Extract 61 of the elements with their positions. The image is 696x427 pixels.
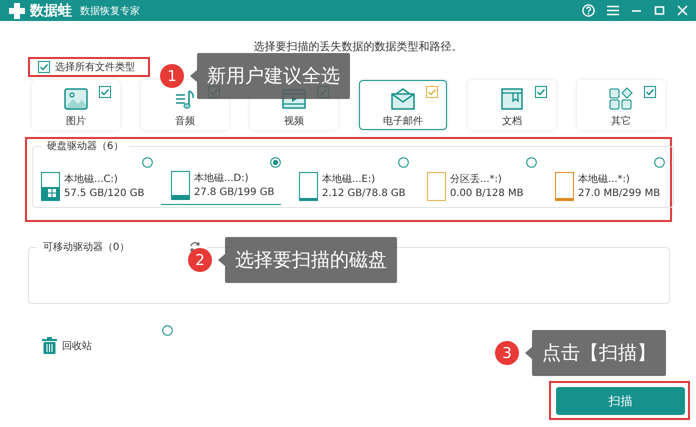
radio-button[interactable] (142, 157, 153, 168)
drive-item[interactable]: 本地磁...*:) 27.0 MB/299 MB (545, 157, 665, 205)
file-type-card[interactable]: 文档 (468, 80, 556, 130)
drive-item[interactable]: 本地磁...C:) 57.5 GB/120 GB (33, 157, 153, 205)
menu-icon[interactable] (607, 5, 619, 16)
step-badge: 3 (495, 341, 519, 365)
section-title: 硬盘驱动器（6） (47, 140, 124, 153)
file-type-label: 文档 (502, 114, 522, 128)
drive-usage: 57.5 GB/120 GB (64, 187, 144, 201)
drive-name: 分区丢...*:) (450, 173, 503, 187)
section-title: 可移动驱动器（0） (43, 241, 130, 254)
step-badge: 1 (160, 64, 184, 88)
other-icon (608, 87, 634, 111)
logo-icon (8, 2, 26, 20)
radio-button[interactable] (654, 157, 665, 168)
drive-name: 本地磁...E:) (322, 173, 376, 187)
checkbox[interactable] (38, 61, 50, 73)
instruction-text: 选择要扫描的丢失数据的数据类型和路径。 (252, 39, 464, 54)
file-type-card[interactable]: 图片 (32, 80, 120, 130)
radio-button[interactable] (270, 157, 281, 168)
radio-button[interactable] (398, 157, 409, 168)
checkbox[interactable] (426, 86, 438, 98)
file-type-label: 图片 (66, 114, 86, 128)
help-icon[interactable] (582, 4, 595, 17)
drive-name: 本地磁...D:) (194, 172, 250, 186)
image-icon (63, 87, 89, 111)
checkbox[interactable] (535, 86, 547, 98)
file-type-label: 电子邮件 (383, 114, 423, 128)
drive-name: 本地磁...C:) (64, 173, 119, 187)
drive-item[interactable]: 本地磁...E:) 2.12 GB/78.8 GB (289, 157, 409, 205)
checkbox[interactable] (644, 86, 656, 98)
callout-tooltip: 点击【扫描】 (525, 330, 666, 376)
step-badge: 2 (188, 248, 212, 272)
drive-usage: 27.0 MB/299 MB (578, 187, 660, 201)
radio-button[interactable] (526, 157, 537, 168)
close-icon[interactable] (677, 5, 688, 16)
app-name: 数据蛙 (30, 2, 72, 20)
file-type-label: 其它 (611, 114, 631, 128)
drive-item[interactable]: 本地磁...D:) 27.8 GB/199 GB (161, 157, 281, 205)
file-type-card[interactable]: 其它 (577, 80, 665, 130)
drive-item[interactable]: 分区丢...*:) 0.00 B/128 MB (417, 157, 537, 205)
checkbox[interactable] (99, 86, 111, 98)
file-type-label: 视频 (284, 114, 304, 128)
email-icon (390, 87, 416, 111)
drive-usage: 27.8 GB/199 GB (194, 186, 274, 200)
app-subtitle: 数据恢复专家 (80, 4, 140, 18)
scan-button[interactable]: 扫描 (556, 387, 685, 415)
drive-usage: 2.12 GB/78.8 GB (322, 187, 406, 201)
refresh-icon[interactable] (189, 241, 202, 253)
trash-icon[interactable] (42, 337, 57, 354)
drive-name: 本地磁...*:) (578, 173, 631, 187)
radio-button[interactable] (162, 325, 173, 336)
maximize-icon[interactable] (654, 5, 665, 16)
document-icon (499, 87, 525, 111)
select-all-label[interactable]: 选择所有文件类型 (55, 60, 135, 74)
file-type-label: 音频 (175, 114, 195, 128)
drive-usage: 0.00 B/128 MB (450, 187, 524, 201)
callout-tooltip: 新用户建议全选 (190, 53, 350, 99)
recycle-bin-label[interactable]: 回收站 (62, 338, 92, 352)
file-type-card[interactable]: 电子邮件 (359, 80, 447, 130)
callout-tooltip: 选择要扫描的磁盘 (218, 237, 397, 283)
